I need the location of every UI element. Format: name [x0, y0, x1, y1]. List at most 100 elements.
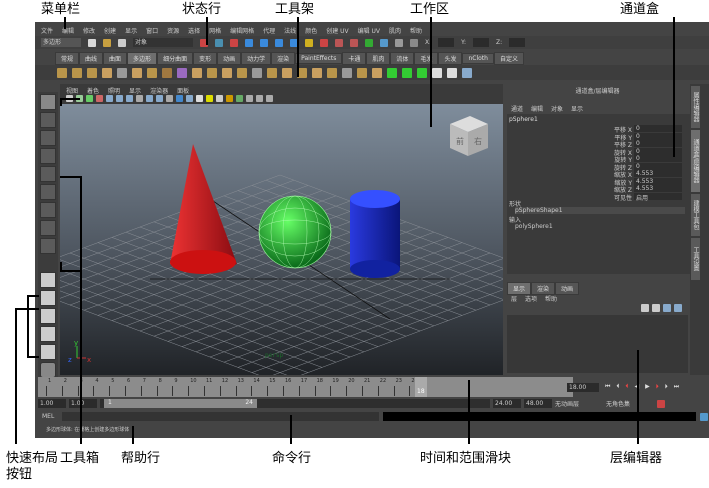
- shelf-tool-icon[interactable]: [447, 68, 457, 78]
- shelf-tool-icon[interactable]: [57, 68, 67, 78]
- shelf-tool-icon[interactable]: [297, 68, 307, 78]
- render-icon[interactable]: [380, 39, 388, 47]
- viewport-tool-icon[interactable]: [236, 95, 243, 102]
- shelf-tab[interactable]: 动力学: [241, 52, 271, 65]
- side-tab[interactable]: 通道盒/层编辑器: [691, 130, 700, 192]
- viewport-tool-icon[interactable]: [176, 95, 183, 102]
- move-up-icon[interactable]: [663, 304, 671, 312]
- channel-value[interactable]: 0: [634, 163, 682, 170]
- step-forward-key-icon[interactable]: ⏵: [656, 383, 659, 391]
- menu-item[interactable]: 文件: [41, 26, 53, 35]
- channel-value[interactable]: 0: [634, 133, 682, 140]
- new-layer-icon[interactable]: [641, 304, 649, 312]
- move-down-icon[interactable]: [674, 304, 682, 312]
- input-node[interactable]: polySphere1: [515, 223, 553, 230]
- side-tab[interactable]: 属性编辑器: [691, 86, 700, 128]
- play-forward-icon[interactable]: ▶: [645, 383, 650, 391]
- viewport-tool-icon[interactable]: [206, 95, 213, 102]
- shelf-tool-icon[interactable]: [372, 68, 382, 78]
- shape-node[interactable]: pSphereShape1: [515, 207, 685, 214]
- save-scene-icon[interactable]: [118, 39, 126, 47]
- channel-value[interactable]: 0: [634, 125, 682, 132]
- character-set-select[interactable]: 无角色集: [606, 399, 654, 408]
- viewport-tool-icon[interactable]: [86, 95, 93, 102]
- lock-icon[interactable]: [305, 39, 313, 47]
- universal-manipulator-icon[interactable]: [40, 202, 56, 218]
- shelf-tab[interactable]: 曲线: [79, 52, 103, 65]
- time-slider[interactable]: 123456789101112131415161718192021222324 …: [38, 377, 573, 397]
- move-tool-icon[interactable]: [40, 148, 56, 164]
- channel-box-menu-item[interactable]: 显示: [571, 104, 583, 113]
- channel-value[interactable]: 0: [634, 148, 682, 155]
- layer-menu-item[interactable]: 帮助: [545, 294, 557, 303]
- viewport-tool-icon[interactable]: [166, 95, 173, 102]
- shelf-tab[interactable]: 渲染: [271, 52, 295, 65]
- step-forward-icon[interactable]: ⏵: [665, 383, 668, 391]
- shelf-tool-icon[interactable]: [162, 68, 172, 78]
- shelf-tool-icon[interactable]: [462, 68, 472, 78]
- shelf-tab[interactable]: 肌肉: [366, 52, 390, 65]
- shelf-tool-icon[interactable]: [402, 68, 412, 78]
- viewport-tool-icon[interactable]: [216, 95, 223, 102]
- step-back-icon[interactable]: ⏴: [616, 383, 619, 391]
- channel-value[interactable]: 0: [634, 155, 682, 162]
- shelf-tool-icon[interactable]: [417, 68, 427, 78]
- shelf-tool-icon[interactable]: [72, 68, 82, 78]
- shelf-tool-icon[interactable]: [267, 68, 277, 78]
- outliner-toggle-icon[interactable]: [40, 362, 56, 378]
- snap-point-icon[interactable]: [350, 39, 358, 47]
- viewport-tool-icon[interactable]: [256, 95, 263, 102]
- shelf-tool-icon[interactable]: [387, 68, 397, 78]
- current-frame-field[interactable]: 18.00: [567, 383, 599, 392]
- layer-menu-item[interactable]: 层: [511, 294, 517, 303]
- history-icon[interactable]: [365, 39, 373, 47]
- object-field[interactable]: 对象: [133, 38, 193, 47]
- viewport-tool-icon[interactable]: [246, 95, 253, 102]
- shelf-tool-icon[interactable]: [222, 68, 232, 78]
- select-component-icon[interactable]: [230, 39, 238, 47]
- shelf-tool-icon[interactable]: [357, 68, 367, 78]
- select-object-icon[interactable]: [215, 39, 223, 47]
- mask-icon[interactable]: [275, 39, 283, 47]
- layer-menu-item[interactable]: 选项: [525, 294, 537, 303]
- ipr-render-icon[interactable]: [395, 39, 403, 47]
- command-input[interactable]: [62, 412, 380, 421]
- menu-item[interactable]: 编辑网格: [230, 26, 254, 35]
- viewport-tool-icon[interactable]: [156, 95, 163, 102]
- viewport-tool-icon[interactable]: [266, 95, 273, 102]
- layer-list[interactable]: [507, 315, 688, 373]
- viewport-tool-icon[interactable]: [136, 95, 143, 102]
- end-time-field[interactable]: 48.00: [524, 399, 552, 408]
- menu-item[interactable]: 资源: [167, 26, 179, 35]
- channel-row[interactable]: 平移 Y0: [492, 133, 682, 140]
- viewport-tool-icon[interactable]: [96, 95, 103, 102]
- mode-select[interactable]: 多边形: [41, 38, 81, 47]
- menu-item[interactable]: 显示: [125, 26, 137, 35]
- menu-item[interactable]: 法线: [284, 26, 296, 35]
- channel-value[interactable]: 4.553: [634, 178, 682, 185]
- open-scene-icon[interactable]: [103, 39, 111, 47]
- channel-row[interactable]: 旋转 Z0: [492, 163, 682, 170]
- lasso-tool-icon[interactable]: [40, 112, 56, 128]
- soft-mod-tool-icon[interactable]: [40, 220, 56, 236]
- channel-row[interactable]: 旋转 X0: [492, 148, 682, 155]
- z-field[interactable]: [509, 38, 525, 47]
- range-slider[interactable]: 1 24: [100, 399, 490, 408]
- new-scene-icon[interactable]: [88, 39, 96, 47]
- snap-grid-icon[interactable]: [320, 39, 328, 47]
- shelf-tool-icon[interactable]: [282, 68, 292, 78]
- view-cube[interactable]: [450, 116, 488, 156]
- script-editor-icon[interactable]: [700, 413, 708, 421]
- x-field[interactable]: [438, 38, 454, 47]
- command-language-label[interactable]: MEL: [38, 413, 58, 420]
- shelf-tab[interactable]: 自定义: [494, 52, 524, 65]
- menu-item[interactable]: 网格: [209, 26, 221, 35]
- viewport-tool-icon[interactable]: [226, 95, 233, 102]
- menu-item[interactable]: 帮助: [410, 26, 422, 35]
- four-view-layout-icon[interactable]: [40, 290, 56, 306]
- channel-value[interactable]: 4.553: [634, 170, 682, 177]
- shelf-tab[interactable]: PaintEffects: [295, 53, 342, 64]
- channel-row[interactable]: 平移 X0: [492, 125, 682, 132]
- side-tab[interactable]: 工具设置: [691, 238, 700, 280]
- shelf-tool-icon[interactable]: [192, 68, 202, 78]
